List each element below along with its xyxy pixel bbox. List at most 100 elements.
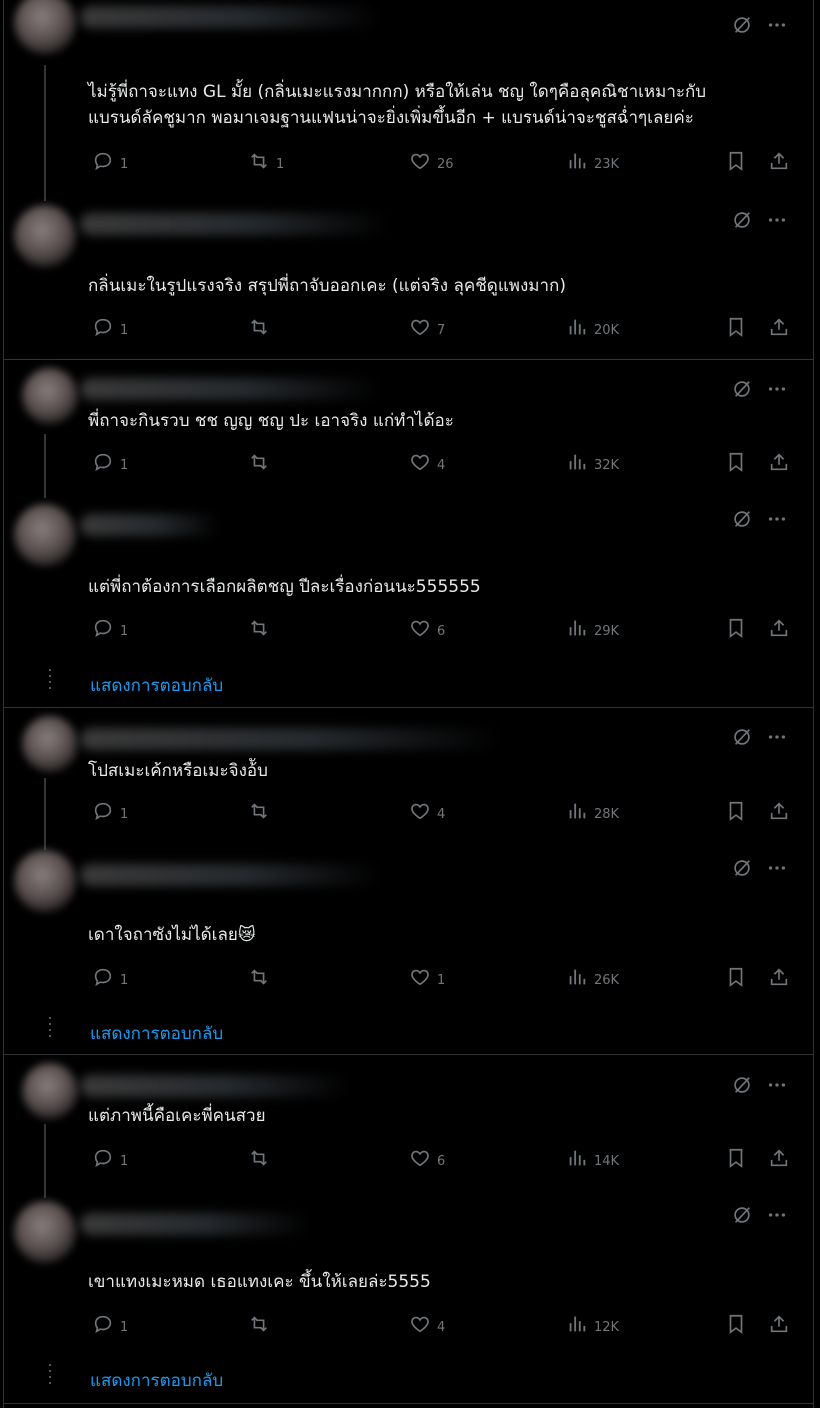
bookmark-button[interactable]	[725, 451, 747, 473]
repost-button[interactable]	[248, 1147, 276, 1169]
author-name-redacted[interactable]	[80, 378, 380, 400]
repost-button[interactable]	[248, 800, 276, 822]
author-name-redacted[interactable]	[80, 1213, 310, 1235]
reply-button[interactable]: 1	[92, 617, 128, 639]
more-icon[interactable]	[766, 378, 788, 400]
author-name-redacted[interactable]	[80, 514, 220, 536]
reply-post[interactable]: ไม่รู้พี่ถาจะแทง GL มั้ย (กลิ่นเมะแรงมาก…	[0, 0, 820, 195]
bookmark-button[interactable]	[725, 150, 747, 172]
like-button[interactable]: 6	[409, 617, 445, 639]
share-button[interactable]	[768, 316, 790, 338]
share-button[interactable]	[768, 800, 790, 822]
show-replies-link[interactable]: แสดงการตอบกลับ	[90, 1367, 223, 1394]
grok-icon[interactable]	[731, 378, 753, 400]
reply-icon	[92, 800, 114, 822]
views-button[interactable]: 20K	[566, 316, 619, 338]
repost-button[interactable]	[248, 1313, 276, 1335]
author-name-redacted[interactable]	[80, 213, 390, 235]
share-button[interactable]	[768, 617, 790, 639]
show-replies-link[interactable]: แสดงการตอบกลับ	[90, 1020, 223, 1047]
reply-button[interactable]: 1	[92, 966, 128, 988]
share-icon	[768, 150, 790, 172]
avatar[interactable]	[14, 1201, 76, 1263]
share-button[interactable]	[768, 150, 790, 172]
heart-icon	[409, 800, 431, 822]
reply-icon	[92, 1313, 114, 1335]
avatar[interactable]	[14, 0, 76, 54]
reply-button[interactable]: 1	[92, 150, 128, 172]
avatar[interactable]	[22, 716, 78, 772]
reply-post[interactable]: แต่พี่ถาต้องการเลือกผลิตชญ ปีละเรื่องก่อ…	[0, 494, 820, 658]
reply-count: 1	[120, 972, 129, 988]
bookmark-button[interactable]	[725, 966, 747, 988]
reply-post[interactable]: พี่ถาจะกินรวบ ชช ญญ ชญ ปะ เอาจริง แก่ทำไ…	[0, 360, 820, 494]
more-icon[interactable]	[766, 1074, 788, 1096]
like-button[interactable]: 6	[409, 1147, 445, 1169]
more-icon[interactable]	[766, 857, 788, 879]
repost-button[interactable]	[248, 451, 276, 473]
like-button[interactable]: 4	[409, 800, 445, 822]
more-icon[interactable]	[766, 209, 788, 231]
like-count: 26	[437, 156, 454, 172]
grok-icon[interactable]	[731, 857, 753, 879]
views-button[interactable]: 12K	[566, 1313, 619, 1335]
share-button[interactable]	[768, 966, 790, 988]
reply-button[interactable]: 1	[92, 1147, 128, 1169]
more-icon[interactable]	[766, 726, 788, 748]
share-button[interactable]	[768, 1313, 790, 1335]
repost-button[interactable]	[248, 316, 276, 338]
avatar[interactable]	[22, 1063, 78, 1119]
repost-icon	[248, 1147, 270, 1169]
views-button[interactable]: 26K	[566, 966, 619, 988]
more-icon[interactable]	[766, 1204, 788, 1226]
bookmark-button[interactable]	[725, 617, 747, 639]
reply-post[interactable]: โปสเมะเค้กหรือเมะจิงอ้ับ 1 4 28K	[0, 708, 820, 848]
more-icon[interactable]	[766, 508, 788, 530]
reply-post[interactable]: เขาแทงเมะหมด เธอแทงเคะ ขึ้นให้เลยล่ะ5555…	[0, 1195, 820, 1365]
reply-button[interactable]: 1	[92, 800, 128, 822]
bookmark-icon	[725, 150, 747, 172]
grok-icon[interactable]	[731, 14, 753, 36]
reply-button[interactable]: 1	[92, 316, 128, 338]
views-button[interactable]: 32K	[566, 451, 619, 473]
grok-icon[interactable]	[731, 209, 753, 231]
bookmark-button[interactable]	[725, 800, 747, 822]
avatar[interactable]	[14, 205, 76, 267]
repost-button[interactable]	[248, 617, 276, 639]
grok-icon[interactable]	[731, 508, 753, 530]
views-button[interactable]: 28K	[566, 800, 619, 822]
reply-button[interactable]: 1	[92, 1313, 128, 1335]
reply-post[interactable]: เดาใจถาซังไม่ได้เลย😿 1 1 26K	[0, 848, 820, 1018]
views-button[interactable]: 23K	[566, 150, 619, 172]
views-icon	[566, 1147, 588, 1169]
author-name-redacted[interactable]	[80, 6, 380, 28]
like-button[interactable]: 1	[409, 966, 445, 988]
like-button[interactable]: 4	[409, 1313, 445, 1335]
share-button[interactable]	[768, 451, 790, 473]
share-button[interactable]	[768, 1147, 790, 1169]
author-name-redacted[interactable]	[80, 864, 380, 886]
like-button[interactable]: 4	[409, 451, 445, 473]
avatar[interactable]	[22, 368, 78, 424]
grok-icon[interactable]	[731, 1204, 753, 1226]
views-button[interactable]: 29K	[566, 617, 619, 639]
show-replies-link[interactable]: แสดงการตอบกลับ	[90, 672, 223, 699]
views-button[interactable]: 14K	[566, 1147, 619, 1169]
repost-button[interactable]	[248, 966, 276, 988]
bookmark-button[interactable]	[725, 316, 747, 338]
reply-button[interactable]: 1	[92, 451, 128, 473]
avatar[interactable]	[14, 850, 76, 912]
more-icon[interactable]	[766, 14, 788, 36]
avatar[interactable]	[14, 504, 76, 566]
like-button[interactable]: 7	[409, 316, 445, 338]
reply-post[interactable]: กลิ่นเมะในรูปแรงจริง สรุปพี่ถาจับออกเคะ …	[0, 195, 820, 359]
grok-icon[interactable]	[731, 1074, 753, 1096]
author-name-redacted[interactable]	[80, 728, 500, 750]
bookmark-button[interactable]	[725, 1313, 747, 1335]
grok-icon[interactable]	[731, 726, 753, 748]
like-button[interactable]: 26	[409, 150, 454, 172]
bookmark-button[interactable]	[725, 1147, 747, 1169]
reply-post[interactable]: แต่ภาพนี้คือเคะพี่คนสวย 1 6 14K	[0, 1055, 820, 1195]
repost-button[interactable]: 1	[248, 150, 284, 172]
author-name-redacted[interactable]	[80, 1075, 350, 1097]
